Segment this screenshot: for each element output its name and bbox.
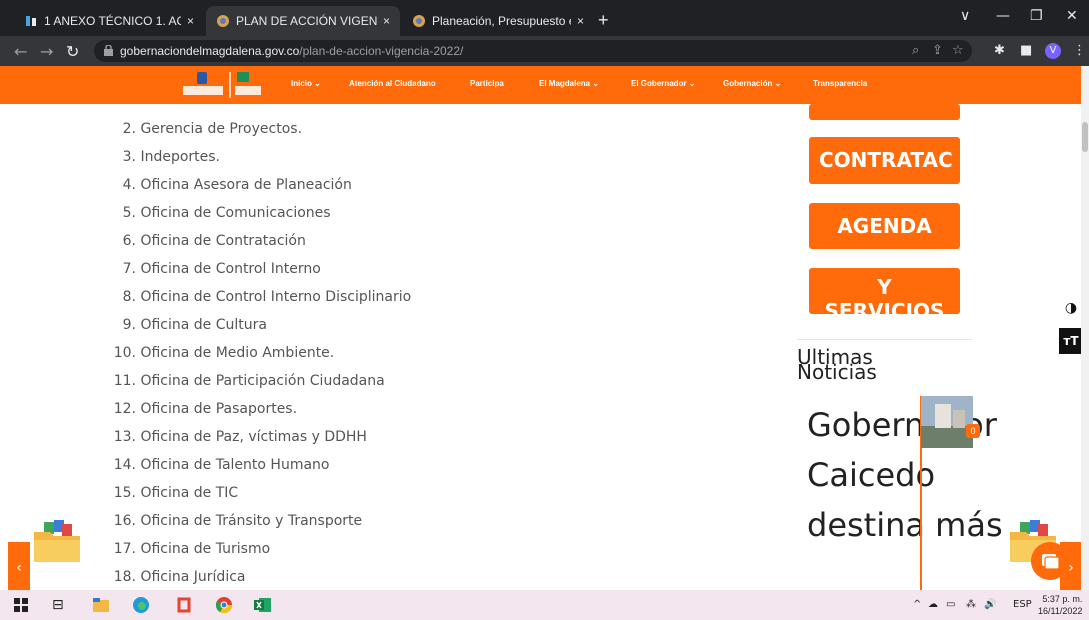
tab-close-icon[interactable]: × <box>383 14 390 28</box>
list-item: 3. Indeportes. <box>122 149 221 165</box>
nav-el-magdalena[interactable]: El Magdalena ⌄ <box>539 79 599 88</box>
nav-transparencia[interactable]: Transparencia <box>813 79 867 88</box>
site-navbar: Inicio ⌄ Atención al Ciudadano Participa… <box>0 66 1081 104</box>
sidebar-divider <box>797 339 972 340</box>
scrollbar-thumb[interactable] <box>1082 122 1088 152</box>
contrast-toggle-icon[interactable]: ◑ <box>1059 295 1083 321</box>
new-tab-button[interactable]: + <box>598 10 609 31</box>
onedrive-icon[interactable]: ☁ <box>928 599 938 610</box>
tab-title: 1 ANEXO TÉCNICO 1. ACCESIBILI <box>44 14 181 28</box>
favicon-icon <box>413 15 425 27</box>
tab-title: Planeación, Presupuesto e Inform <box>432 14 571 28</box>
url-text: gobernaciondelmagdalena.gov.co/plan-de-a… <box>120 44 463 58</box>
list-item: 15. Oficina de TIC <box>113 485 239 501</box>
tab-close-icon[interactable]: × <box>577 14 584 28</box>
page-viewport: 2. Gerencia de Proyectos. 3. Indeportes.… <box>0 66 1089 590</box>
list-item: 8. Oficina de Control Interno Disciplina… <box>122 289 412 305</box>
lock-icon <box>104 45 113 56</box>
nav-atencion-ciudadano[interactable]: Atención al Ciudadano <box>349 79 436 88</box>
menu-icon[interactable]: ⋮ <box>1073 43 1086 58</box>
nav-inicio[interactable]: Inicio ⌄ <box>291 79 321 88</box>
list-item: 4. Oficina Asesora de Planeación <box>122 177 352 193</box>
share-icon[interactable]: ⇪ <box>932 43 943 58</box>
list-item: 6. Oficina de Contratación <box>122 233 306 249</box>
browser-tab[interactable]: 1 ANEXO TÉCNICO 1. ACCESIBILI × <box>14 6 204 36</box>
tab-search-icon[interactable]: ∨ <box>960 8 970 24</box>
list-item: 14. Oficina de Talento Humano <box>113 457 330 473</box>
office-icon[interactable] <box>177 597 191 613</box>
chrome-icon[interactable] <box>216 597 232 613</box>
url-path: /plan-de-accion-vigencia-2022/ <box>299 44 464 58</box>
address-toolbar: ← → ↻ gobernaciondelmagdalena.gov.co/pla… <box>0 36 1089 66</box>
back-icon[interactable]: ← <box>14 42 27 61</box>
tab-close-icon[interactable]: × <box>187 14 194 28</box>
list-item: 12. Oficina de Pasaportes. <box>113 401 298 417</box>
news-comment-badge: 0 <box>966 424 980 438</box>
edge-browser-icon[interactable] <box>133 597 149 613</box>
system-clock[interactable]: 5:37 p. m. 16/11/2022 <box>1038 593 1082 617</box>
browser-tab[interactable]: Planeación, Presupuesto e Inform × <box>402 6 594 36</box>
favicon-icon <box>217 15 229 27</box>
browser-tab-strip: 1 ANEXO TÉCNICO 1. ACCESIBILI × PLAN DE … <box>0 0 1089 36</box>
list-item: 5. Oficina de Comunicaciones <box>122 205 331 221</box>
sidebar-button-contratacion[interactable]: CONTRATAC <box>809 137 960 184</box>
news-thumbnail-image[interactable] <box>921 396 973 448</box>
nav-participa[interactable]: Participa <box>470 79 504 88</box>
excel-icon[interactable] <box>254 597 272 613</box>
task-view-icon[interactable]: ⊟ <box>52 597 64 613</box>
side-panel-icon[interactable]: ■ <box>1020 43 1032 58</box>
file-explorer-icon[interactable] <box>93 598 109 612</box>
battery-icon[interactable]: ▭ <box>946 599 955 610</box>
list-item: 2. Gerencia de Proyectos. <box>122 121 303 137</box>
tab-title: PLAN DE ACCIÓN VIGENCIA 2022 <box>236 14 377 28</box>
reload-icon[interactable]: ↻ <box>66 42 79 61</box>
list-item: 18. Oficina Jurídica <box>113 569 246 585</box>
carousel-prev-button[interactable]: ‹ <box>8 542 30 590</box>
nav-el-gobernador[interactable]: El Gobernador ⌄ <box>631 79 696 88</box>
minimize-button[interactable]: — <box>996 8 1010 24</box>
list-item: 7. Oficina de Control Interno <box>122 261 321 277</box>
maximize-button[interactable]: ❐ <box>1030 8 1043 24</box>
list-item: 13. Oficina de Paz, víctimas y DDHH <box>113 429 367 445</box>
news-section-title: Ultimas Noticias <box>797 345 877 384</box>
close-window-button[interactable]: ✕ <box>1066 8 1078 24</box>
list-item: 10. Oficina de Medio Ambiente. <box>113 345 335 361</box>
sidebar-button-tramites[interactable]: Y SERVICIOS <box>809 268 960 314</box>
zoom-icon[interactable]: ⌕ <box>912 43 919 58</box>
favicon-icon <box>26 16 36 26</box>
os-taskbar: ⊟ ^ ☁ ▭ ⁂ 🔊 ESP 5:37 p. m. 16/11/2022 <box>0 590 1089 620</box>
list-item: 9. Oficina de Cultura <box>122 317 267 333</box>
gobernacion-logo <box>183 72 261 98</box>
chevron-down-icon: ⌄ <box>688 79 696 88</box>
chevron-down-icon: ⌄ <box>774 79 782 88</box>
chat-icon[interactable] <box>1031 542 1069 580</box>
volume-icon[interactable]: 🔊 <box>984 599 996 610</box>
url-host: gobernaciondelmagdalena.gov.co <box>120 44 300 58</box>
chevron-down-icon: ⌄ <box>592 79 600 88</box>
list-item: 11. Oficina de Participación Ciudadana <box>113 373 385 389</box>
tray-overflow-icon[interactable]: ^ <box>913 599 921 610</box>
bookmark-star-icon[interactable]: ☆ <box>952 43 964 58</box>
nav-gobernacion[interactable]: Gobernación ⌄ <box>723 79 781 88</box>
text-size-icon[interactable]: ᴛT <box>1059 328 1083 354</box>
address-bar[interactable]: gobernaciondelmagdalena.gov.co/plan-de-a… <box>94 40 972 62</box>
windows-start-icon[interactable] <box>14 598 28 612</box>
forward-icon[interactable]: → <box>40 42 53 61</box>
browser-tab-active[interactable]: PLAN DE ACCIÓN VIGENCIA 2022 × <box>206 6 400 36</box>
sidebar-button-top[interactable] <box>809 104 960 120</box>
extensions-icon[interactable]: ✱ <box>994 43 1005 58</box>
network-icon[interactable]: ⁂ <box>966 599 976 610</box>
chevron-down-icon: ⌄ <box>314 79 321 88</box>
sidebar-button-agenda[interactable]: AGENDA <box>809 203 960 249</box>
profile-avatar[interactable]: V <box>1045 43 1061 59</box>
folder-icon[interactable] <box>32 518 82 564</box>
language-indicator[interactable]: ESP <box>1013 599 1032 610</box>
